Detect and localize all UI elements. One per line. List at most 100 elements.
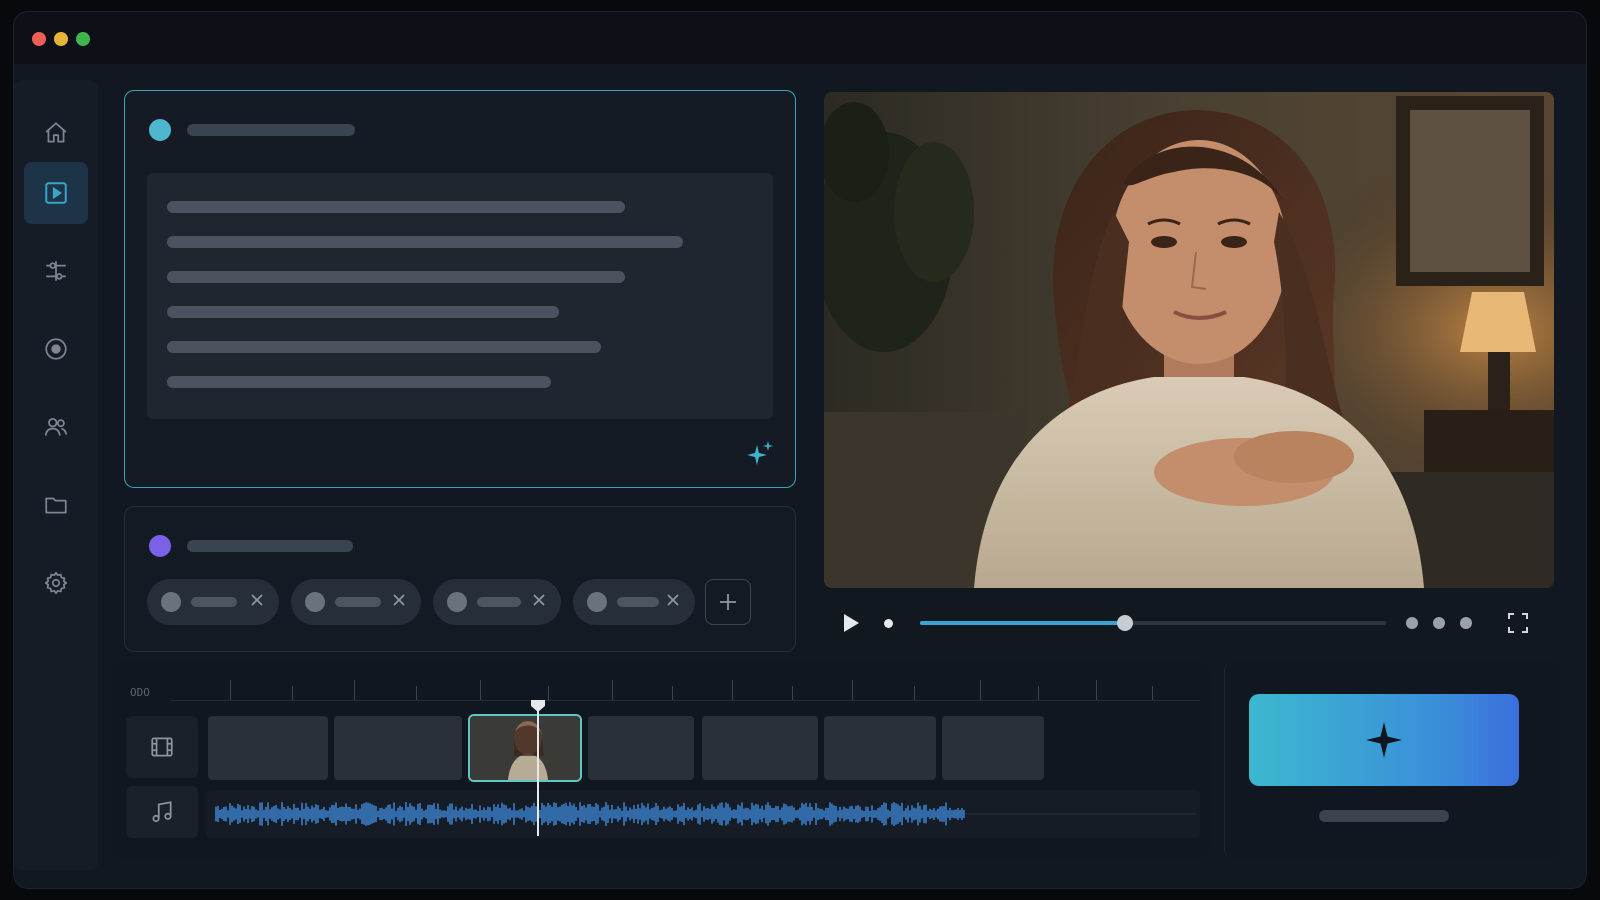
voice-status-dot [149, 535, 171, 557]
voice-avatar [161, 592, 181, 612]
ruler-tick [354, 680, 355, 700]
timeline[interactable]: ODO [112, 662, 1210, 858]
sidebar [14, 80, 98, 870]
script-line [167, 271, 625, 283]
voice-chip-label [335, 597, 381, 607]
script-panel-title [187, 124, 355, 136]
sidebar-item-people[interactable] [24, 396, 88, 458]
generate-button[interactable] [1249, 694, 1519, 786]
script-panel[interactable] [124, 90, 796, 488]
audio-waveform [215, 802, 1196, 826]
film-icon [151, 737, 173, 757]
home-icon [45, 122, 67, 143]
progress-knob[interactable] [1117, 615, 1134, 631]
app-window: ODO [14, 12, 1586, 888]
player-option-dot[interactable] [1460, 617, 1472, 629]
script-line [167, 306, 559, 318]
video-clip[interactable] [588, 716, 694, 780]
video-clip[interactable] [208, 716, 328, 780]
ruler-tick [1096, 680, 1097, 700]
clip-thumbnail [470, 716, 580, 780]
ruler-tick [480, 680, 481, 700]
video-clip[interactable] [334, 716, 462, 780]
fullscreen-icon[interactable] [1506, 611, 1530, 635]
generate-caption [1319, 810, 1449, 822]
sidebar-item-adjust[interactable] [24, 240, 88, 302]
player-option-dot[interactable] [1406, 617, 1418, 629]
script-status-dot [149, 119, 171, 141]
sidebar-item-home[interactable] [24, 102, 88, 164]
timeline-ruler [170, 700, 1200, 701]
title-bar [14, 12, 1586, 64]
sidebar-item-settings[interactable] [24, 552, 88, 614]
voice-chip-label [191, 597, 237, 607]
video-clip-selected[interactable] [470, 716, 580, 780]
play-icon[interactable] [838, 611, 862, 635]
script-line [167, 376, 551, 388]
add-voice-button[interactable] [705, 579, 751, 625]
play-square-icon [45, 182, 67, 204]
script-text-area[interactable] [147, 173, 773, 419]
plus-icon [720, 594, 736, 610]
progress-bar[interactable] [920, 615, 1386, 631]
voice-chip[interactable] [147, 579, 279, 625]
video-clip[interactable] [824, 716, 936, 780]
playhead[interactable] [537, 706, 539, 836]
ruler-tick [914, 686, 915, 700]
close-icon[interactable] [663, 590, 683, 610]
ruler-tick [230, 680, 231, 700]
voice-panel-title [187, 540, 353, 552]
close-icon[interactable] [389, 590, 409, 610]
sidebar-item-video[interactable] [24, 162, 88, 224]
ruler-tick [548, 686, 549, 700]
sidebar-item-record[interactable] [24, 318, 88, 380]
volume-dot[interactable] [884, 619, 893, 628]
gear-icon [44, 571, 68, 595]
ruler-tick [1152, 686, 1153, 700]
video-still [824, 92, 1554, 588]
ruler-tick [732, 680, 733, 700]
voice-avatar [305, 592, 325, 612]
player-option-dot[interactable] [1433, 617, 1445, 629]
close-icon[interactable] [247, 590, 267, 610]
maximize-window-button[interactable] [76, 32, 90, 46]
close-icon[interactable] [529, 590, 549, 610]
voice-chip-label [477, 597, 521, 607]
sliders-icon [46, 261, 66, 281]
ruler-tick [292, 686, 293, 700]
ruler-tick [416, 686, 417, 700]
record-icon [45, 338, 67, 360]
sparkle-icon [1366, 722, 1402, 758]
generate-panel [1224, 662, 1556, 858]
audio-track[interactable] [206, 790, 1200, 838]
close-window-button[interactable] [32, 32, 46, 46]
video-frame[interactable] [824, 92, 1554, 588]
video-clip[interactable] [942, 716, 1044, 780]
voice-chip[interactable] [433, 579, 561, 625]
music-note-icon [152, 801, 172, 823]
video-track-header [126, 716, 198, 778]
player-controls [822, 592, 1556, 652]
voice-panel [124, 506, 796, 652]
video-preview-card [822, 90, 1556, 654]
ruler-tick [852, 680, 853, 700]
sparkle-icon[interactable] [745, 439, 775, 469]
sidebar-item-files[interactable] [24, 474, 88, 536]
voice-chip[interactable] [573, 579, 695, 625]
ruler-tick [792, 686, 793, 700]
script-line [167, 236, 683, 248]
video-clip[interactable] [702, 716, 818, 780]
progress-fill [920, 621, 1126, 625]
voice-chip-label [617, 597, 659, 607]
ruler-tick [1038, 686, 1039, 700]
voice-avatar [587, 592, 607, 612]
ruler-tick [672, 686, 673, 700]
audio-track-header [126, 786, 198, 838]
ruler-tick [980, 680, 981, 700]
script-line [167, 201, 625, 213]
folder-icon [45, 497, 67, 514]
minimize-window-button[interactable] [54, 32, 68, 46]
voice-chip[interactable] [291, 579, 421, 625]
script-line [167, 341, 601, 353]
users-icon [44, 418, 68, 436]
